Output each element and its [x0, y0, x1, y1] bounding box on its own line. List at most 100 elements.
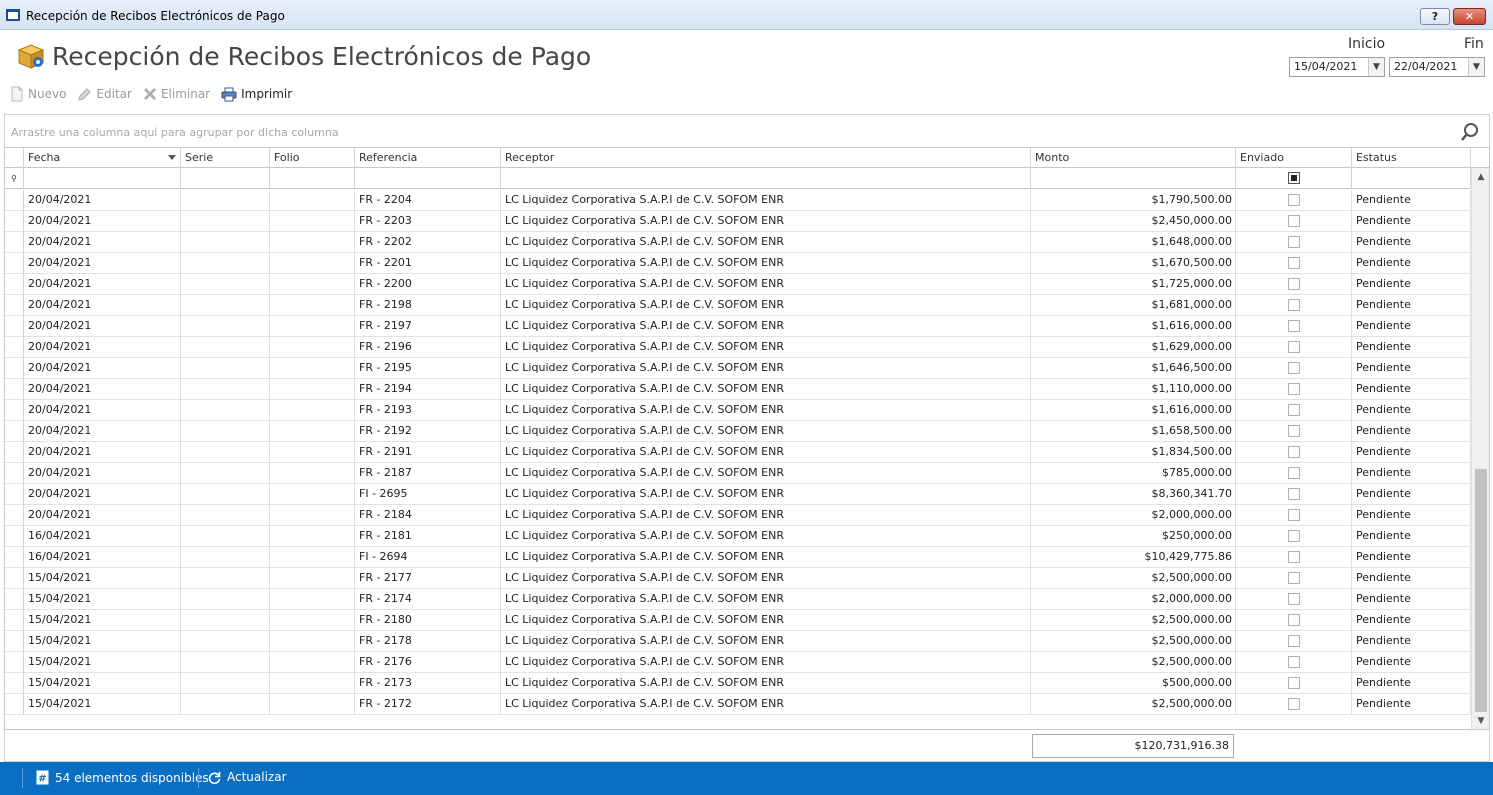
column-header-fecha[interactable]: Fecha [24, 148, 181, 168]
cell-estatus[interactable]: Pendiente [1352, 547, 1471, 568]
row-indicator[interactable] [5, 190, 24, 211]
cell-enviado[interactable] [1236, 526, 1352, 547]
row-indicator[interactable] [5, 526, 24, 547]
cell-receptor[interactable]: LC Liquidez Corporativa S.A.P.I de C.V. … [501, 253, 1031, 274]
cell-serie[interactable] [181, 400, 270, 421]
cell-serie[interactable] [181, 253, 270, 274]
row-indicator[interactable] [5, 631, 24, 652]
table-row[interactable]: 20/04/2021 FR - 2184 LC Liquidez Corporati… [5, 505, 1471, 526]
cell-folio[interactable] [270, 505, 355, 526]
enviado-checkbox[interactable] [1288, 614, 1300, 626]
row-indicator[interactable] [5, 232, 24, 253]
cell-monto[interactable]: $1,790,500.00 [1031, 190, 1236, 211]
cell-serie[interactable] [181, 190, 270, 211]
enviado-checkbox[interactable] [1288, 320, 1300, 332]
column-header-estatus[interactable]: Estatus [1352, 148, 1471, 168]
enviado-checkbox[interactable] [1288, 572, 1300, 584]
cell-folio[interactable] [270, 190, 355, 211]
cell-monto[interactable]: $2,500,000.00 [1031, 610, 1236, 631]
row-indicator[interactable] [5, 652, 24, 673]
cell-serie[interactable] [181, 295, 270, 316]
cell-serie[interactable] [181, 547, 270, 568]
cell-enviado[interactable] [1236, 463, 1352, 484]
cell-fecha[interactable]: 20/04/2021 [24, 379, 181, 400]
cell-receptor[interactable]: LC Liquidez Corporativa S.A.P.I de C.V. … [501, 358, 1031, 379]
cell-referencia[interactable]: FR - 2178 [355, 631, 501, 652]
cell-monto[interactable]: $250,000.00 [1031, 526, 1236, 547]
cell-folio[interactable] [270, 211, 355, 232]
cell-referencia[interactable]: FR - 2200 [355, 274, 501, 295]
cell-monto[interactable]: $8,360,341.70 [1031, 484, 1236, 505]
cell-receptor[interactable]: LC Liquidez Corporativa S.A.P.I de C.V. … [501, 673, 1031, 694]
end-date-picker[interactable]: 22/04/2021 ▼ [1389, 57, 1485, 77]
cell-folio[interactable] [270, 484, 355, 505]
cell-estatus[interactable]: Pendiente [1352, 442, 1471, 463]
cell-fecha[interactable]: 15/04/2021 [24, 631, 181, 652]
cell-enviado[interactable] [1236, 295, 1352, 316]
cell-enviado[interactable] [1236, 379, 1352, 400]
cell-referencia[interactable]: FR - 2196 [355, 337, 501, 358]
cell-fecha[interactable]: 20/04/2021 [24, 190, 181, 211]
cell-referencia[interactable]: FR - 2177 [355, 568, 501, 589]
cell-receptor[interactable]: LC Liquidez Corporativa S.A.P.I de C.V. … [501, 526, 1031, 547]
row-indicator[interactable] [5, 589, 24, 610]
cell-estatus[interactable]: Pendiente [1352, 232, 1471, 253]
cell-fecha[interactable]: 16/04/2021 [24, 547, 181, 568]
cell-estatus[interactable]: Pendiente [1352, 337, 1471, 358]
enviado-checkbox[interactable] [1288, 593, 1300, 605]
enviado-checkbox[interactable] [1288, 509, 1300, 521]
table-row[interactable]: 20/04/2021 FI - 2695 LC Liquidez Corporati… [5, 484, 1471, 505]
table-row[interactable]: 20/04/2021 FR - 2197 LC Liquidez Corporati… [5, 316, 1471, 337]
row-indicator[interactable] [5, 694, 24, 715]
cell-monto[interactable]: $2,000,000.00 [1031, 505, 1236, 526]
vertical-scrollbar[interactable]: ▲ ▼ [1471, 168, 1489, 729]
cell-monto[interactable]: $1,616,000.00 [1031, 316, 1236, 337]
scroll-down-icon[interactable]: ▼ [1472, 712, 1489, 729]
row-indicator[interactable] [5, 484, 24, 505]
cell-monto[interactable]: $1,834,500.00 [1031, 442, 1236, 463]
cell-estatus[interactable]: Pendiente [1352, 190, 1471, 211]
cell-receptor[interactable]: LC Liquidez Corporativa S.A.P.I de C.V. … [501, 631, 1031, 652]
cell-enviado[interactable] [1236, 232, 1352, 253]
table-row[interactable]: 20/04/2021 FR - 2187 LC Liquidez Corporati… [5, 463, 1471, 484]
cell-serie[interactable] [181, 631, 270, 652]
cell-receptor[interactable]: LC Liquidez Corporativa S.A.P.I de C.V. … [501, 694, 1031, 715]
cell-folio[interactable] [270, 379, 355, 400]
cell-monto[interactable]: $1,629,000.00 [1031, 337, 1236, 358]
cell-folio[interactable] [270, 631, 355, 652]
cell-estatus[interactable]: Pendiente [1352, 253, 1471, 274]
refresh-button[interactable]: Actualizar [208, 770, 287, 784]
cell-folio[interactable] [270, 589, 355, 610]
cell-referencia[interactable]: FR - 2180 [355, 610, 501, 631]
table-row[interactable]: 20/04/2021 FR - 2194 LC Liquidez Corporati… [5, 379, 1471, 400]
cell-receptor[interactable]: LC Liquidez Corporativa S.A.P.I de C.V. … [501, 190, 1031, 211]
scrollbar-thumb[interactable] [1475, 469, 1487, 712]
cell-fecha[interactable]: 20/04/2021 [24, 253, 181, 274]
column-header-folio[interactable]: Folio [270, 148, 355, 168]
cell-monto[interactable]: $2,500,000.00 [1031, 631, 1236, 652]
cell-receptor[interactable]: LC Liquidez Corporativa S.A.P.I de C.V. … [501, 337, 1031, 358]
filter-cell-monto[interactable] [1031, 168, 1236, 189]
cell-enviado[interactable] [1236, 337, 1352, 358]
cell-serie[interactable] [181, 442, 270, 463]
enviado-checkbox[interactable] [1288, 383, 1300, 395]
column-header-monto[interactable]: Monto [1031, 148, 1236, 168]
enviado-checkbox[interactable] [1288, 341, 1300, 353]
cell-fecha[interactable]: 20/04/2021 [24, 337, 181, 358]
cell-estatus[interactable]: Pendiente [1352, 694, 1471, 715]
cell-enviado[interactable] [1236, 673, 1352, 694]
cell-referencia[interactable]: FR - 2173 [355, 673, 501, 694]
cell-fecha[interactable]: 20/04/2021 [24, 505, 181, 526]
enviado-checkbox[interactable] [1288, 362, 1300, 374]
column-header-receptor[interactable]: Receptor [501, 148, 1031, 168]
cell-enviado[interactable] [1236, 421, 1352, 442]
table-row[interactable]: 20/04/2021 FR - 2200 LC Liquidez Corporati… [5, 274, 1471, 295]
cell-serie[interactable] [181, 526, 270, 547]
row-indicator[interactable] [5, 316, 24, 337]
row-indicator[interactable] [5, 274, 24, 295]
cell-receptor[interactable]: LC Liquidez Corporativa S.A.P.I de C.V. … [501, 379, 1031, 400]
cell-receptor[interactable]: LC Liquidez Corporativa S.A.P.I de C.V. … [501, 484, 1031, 505]
cell-enviado[interactable] [1236, 190, 1352, 211]
row-indicator[interactable] [5, 400, 24, 421]
cell-fecha[interactable]: 20/04/2021 [24, 316, 181, 337]
